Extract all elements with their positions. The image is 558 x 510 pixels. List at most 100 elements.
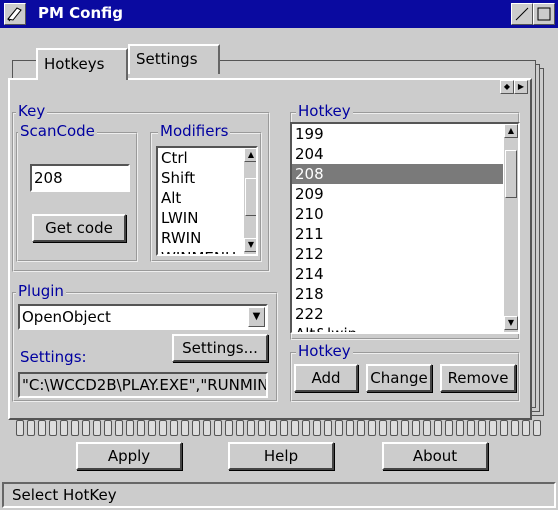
binding-ring — [49, 420, 57, 436]
binding-ring — [93, 420, 101, 436]
hotkey-list[interactable]: 199 204 208 209 210 211 212 214 218 222 Alt&lwin ▲… — [290, 122, 520, 334]
binding-ring — [60, 420, 68, 436]
hotkey-item[interactable]: 210 — [292, 204, 503, 224]
tab-label: Hotkeys — [44, 55, 105, 73]
hotkey-item[interactable]: Alt&lwin — [292, 324, 503, 332]
get-code-label: Get code — [45, 219, 113, 237]
binding-ring — [247, 420, 255, 436]
help-button[interactable]: Help — [228, 442, 334, 470]
scroll-up-icon[interactable]: ▲ — [244, 148, 256, 162]
binding-ring — [291, 420, 299, 436]
binding-ring — [258, 420, 266, 436]
about-button[interactable]: About — [382, 442, 488, 470]
binding-ring — [225, 420, 233, 436]
scancode-input[interactable]: 208 — [30, 164, 130, 192]
binding-ring — [236, 420, 244, 436]
binding-ring — [456, 420, 464, 436]
binding-ring — [71, 420, 79, 436]
chevron-down-icon[interactable]: ▼ — [248, 307, 265, 327]
scroll-down-icon[interactable]: ▼ — [504, 316, 518, 330]
app-menu-icon[interactable] — [4, 3, 26, 25]
binding-ring — [302, 420, 310, 436]
binding-ring — [434, 420, 442, 436]
binding-ring — [82, 420, 90, 436]
binding-ring — [192, 420, 200, 436]
page-back-icon[interactable]: ◆ — [500, 80, 514, 94]
hotkey-item[interactable]: 211 — [292, 224, 503, 244]
binding-ring — [280, 420, 288, 436]
binding-ring — [137, 420, 145, 436]
status-text: Select HotKey — [12, 486, 117, 504]
binding-ring — [522, 420, 530, 436]
scroll-up-icon[interactable]: ▲ — [504, 124, 518, 138]
binding-ring — [467, 420, 475, 436]
settings-field[interactable]: "C:\WCCD2B\PLAY.EXE","RUNMINIMIZED" — [18, 372, 268, 398]
binding-ring — [115, 420, 123, 436]
hotkey-item[interactable]: 218 — [292, 284, 503, 304]
window-title: PM Config — [38, 4, 123, 22]
title-bar[interactable]: PM Config — [0, 0, 558, 28]
binding-ring — [478, 420, 486, 436]
tab-settings[interactable]: Settings — [128, 44, 220, 74]
hotkey-item[interactable]: 199 — [292, 124, 503, 144]
binding-ring — [203, 420, 211, 436]
remove-label: Remove — [447, 369, 509, 387]
binding-ring — [489, 420, 497, 436]
hotkey-item[interactable]: 209 — [292, 184, 503, 204]
hotkey-item[interactable]: 208 — [292, 164, 503, 184]
hotkey-item[interactable]: 222 — [292, 304, 503, 324]
apply-button[interactable]: Apply — [76, 442, 182, 470]
hotkey-item[interactable]: 212 — [292, 244, 503, 264]
modifiers-scrollbar[interactable]: ▲ ▼ — [244, 148, 256, 254]
get-code-button[interactable]: Get code — [32, 214, 126, 242]
binding-ring — [346, 420, 354, 436]
add-button[interactable]: Add — [294, 364, 358, 392]
modifiers-legend: Modifiers — [158, 122, 231, 140]
binding-ring — [423, 420, 431, 436]
help-label: Help — [263, 447, 299, 465]
scancode-legend: ScanCode — [18, 122, 97, 140]
minimize-icon[interactable] — [511, 3, 533, 25]
change-button[interactable]: Change — [366, 364, 432, 392]
binding-ring — [445, 420, 453, 436]
binding-ring — [126, 420, 134, 436]
about-label: About — [412, 447, 458, 465]
binding-ring — [214, 420, 222, 436]
binding-ring — [500, 420, 508, 436]
modifier-item[interactable]: Alt — [158, 188, 256, 208]
binding-ring — [324, 420, 332, 436]
tab-hotkeys[interactable]: Hotkeys — [36, 48, 128, 80]
status-bar: Select HotKey — [2, 482, 556, 508]
modifier-item[interactable]: LWIN — [158, 208, 256, 228]
modifier-item[interactable]: Ctrl — [158, 148, 256, 168]
modifier-item[interactable]: RWIN — [158, 228, 256, 248]
scroll-thumb[interactable] — [245, 178, 256, 216]
plugin-settings-label: Settings... — [182, 339, 258, 357]
maximize-icon[interactable] — [533, 3, 555, 25]
hotkey-scrollbar[interactable]: ▲ ▼ — [504, 124, 518, 332]
modifier-item[interactable]: Shift — [158, 168, 256, 188]
hotkey-item[interactable]: 214 — [292, 264, 503, 284]
hotkey-list-legend: Hotkey — [296, 102, 353, 120]
tab-label: Settings — [136, 50, 198, 68]
scroll-down-icon[interactable]: ▼ — [244, 238, 256, 252]
binding-ring — [181, 420, 189, 436]
settings-label: Settings: — [20, 348, 87, 366]
settings-value: "C:\WCCD2B\PLAY.EXE","RUNMINIMIZED" — [22, 376, 268, 394]
scroll-thumb[interactable] — [505, 150, 517, 198]
scancode-group — [16, 132, 138, 262]
page-forward-icon[interactable]: ▶ — [514, 80, 528, 94]
modifiers-list[interactable]: Ctrl Shift Alt LWIN RWIN WINMENU ▲ ▼ — [156, 146, 258, 256]
plugin-dropdown[interactable]: OpenObject ▼ — [18, 304, 268, 330]
modifier-item[interactable]: WINMENU — [158, 248, 256, 254]
plugin-settings-button[interactable]: Settings... — [172, 334, 268, 362]
binding-ring — [148, 420, 156, 436]
hotkey-actions-legend: Hotkey — [296, 342, 353, 360]
binding-ring — [412, 420, 420, 436]
apply-label: Apply — [107, 447, 151, 465]
binding-ring — [390, 420, 398, 436]
hotkey-item[interactable]: 204 — [292, 144, 503, 164]
remove-button[interactable]: Remove — [440, 364, 516, 392]
binding-ring — [159, 420, 167, 436]
binding-ring — [335, 420, 343, 436]
